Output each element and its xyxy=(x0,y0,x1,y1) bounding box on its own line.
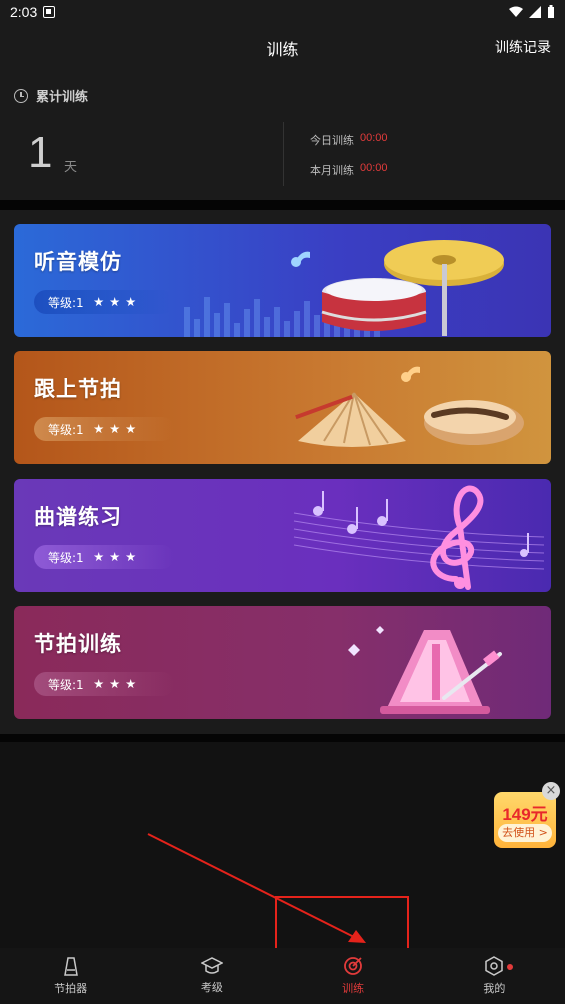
target-icon xyxy=(344,957,363,975)
total-days-value: 1 xyxy=(28,128,53,177)
woodblock-icon xyxy=(295,366,524,447)
star-rating xyxy=(93,552,136,562)
coupon-price: 149元 xyxy=(502,805,548,824)
stats-heading-label: 累计训练 xyxy=(36,90,89,105)
nav-item-metronome[interactable]: 节拍器 xyxy=(0,948,141,1004)
star-icon xyxy=(109,424,120,434)
card-sheet-music-practice[interactable]: 曲谱练习 等级:1 xyxy=(14,479,551,592)
card-title: 曲谱练习 xyxy=(34,505,122,529)
top-app-bar: 训练 训练记录 xyxy=(0,24,565,68)
metronome-icon xyxy=(63,957,78,976)
status-time: 2:03 xyxy=(10,4,38,20)
drum-cymbal-icon xyxy=(291,240,504,336)
month-training-label: 本月训练 xyxy=(310,164,354,177)
graduation-cap-icon xyxy=(200,957,223,974)
star-rating xyxy=(93,297,136,307)
section-divider xyxy=(0,734,565,742)
star-rating xyxy=(93,679,136,689)
star-rating xyxy=(93,424,136,434)
stats-heading: 累计训练 xyxy=(14,86,88,105)
today-training-row: 今日训练 00:00 xyxy=(310,132,388,148)
metronome-icon xyxy=(348,626,502,714)
clock-icon xyxy=(14,88,28,103)
treble-clef-icon xyxy=(293,485,545,590)
notification-dot xyxy=(506,964,513,970)
notification-icon xyxy=(43,6,56,18)
month-training-row: 本月训练 00:00 xyxy=(310,162,388,178)
wifi-icon xyxy=(509,6,523,17)
training-stats-card: 累计训练 1 天 今日训练 00:00 本月训练 00:00 xyxy=(0,68,565,200)
month-training-value: 00:00 xyxy=(360,162,388,174)
signal-icon xyxy=(529,6,541,18)
hexagon-settings-icon xyxy=(485,956,504,976)
training-record-button[interactable]: 训练记录 xyxy=(495,37,551,57)
star-icon xyxy=(125,424,136,434)
level-label: 等级:1 xyxy=(48,677,84,692)
star-icon xyxy=(109,297,120,307)
nav-item-label: 节拍器 xyxy=(54,982,88,995)
level-badge: 等级:1 xyxy=(34,290,174,314)
close-icon[interactable]: × xyxy=(542,782,560,800)
nav-item-training[interactable]: 训练 xyxy=(283,948,424,1004)
battery-icon xyxy=(548,5,554,18)
nav-item-mine[interactable]: 我的 xyxy=(424,948,565,1004)
status-icons xyxy=(509,5,555,19)
star-icon xyxy=(93,679,104,689)
coupon-use-button[interactable]: 去使用 > xyxy=(498,824,552,842)
star-icon xyxy=(93,552,104,562)
today-training-label: 今日训练 xyxy=(310,134,354,147)
star-icon xyxy=(93,297,104,307)
coupon-floating-badge[interactable]: 149元 去使用 > × xyxy=(490,782,560,848)
level-label: 等级:1 xyxy=(48,422,84,437)
bottom-navigation: 节拍器 考级 训练 我的 xyxy=(0,948,565,1004)
card-beat-training[interactable]: 节拍训练 等级:1 xyxy=(14,606,551,719)
today-training-value: 00:00 xyxy=(360,132,388,144)
level-label: 等级:1 xyxy=(48,295,84,310)
status-bar: 2:03 xyxy=(0,0,565,24)
card-listening-imitation[interactable]: 听音模仿 等级:1 xyxy=(14,224,551,337)
star-icon xyxy=(125,679,136,689)
card-title: 跟上节拍 xyxy=(34,377,122,401)
star-icon xyxy=(109,679,120,689)
nav-item-label: 考级 xyxy=(200,981,223,994)
card-title: 节拍训练 xyxy=(34,632,122,656)
star-icon xyxy=(125,297,136,307)
nav-item-label: 我的 xyxy=(483,982,506,995)
level-badge: 等级:1 xyxy=(34,417,174,441)
star-icon xyxy=(109,552,120,562)
total-days-unit: 天 xyxy=(64,160,78,175)
level-badge: 等级:1 xyxy=(34,672,174,696)
page-title: 训练 xyxy=(266,40,299,59)
stats-divider xyxy=(283,122,284,186)
level-badge: 等级:1 xyxy=(34,545,174,569)
level-label: 等级:1 xyxy=(48,550,84,565)
card-follow-beat[interactable]: 跟上节拍 等级:1 xyxy=(14,351,551,464)
star-icon xyxy=(93,424,104,434)
star-icon xyxy=(125,552,136,562)
nav-item-label: 训练 xyxy=(342,982,365,995)
section-divider xyxy=(0,200,565,210)
card-title: 听音模仿 xyxy=(34,250,122,274)
nav-item-exam[interactable]: 考级 xyxy=(141,948,282,1004)
